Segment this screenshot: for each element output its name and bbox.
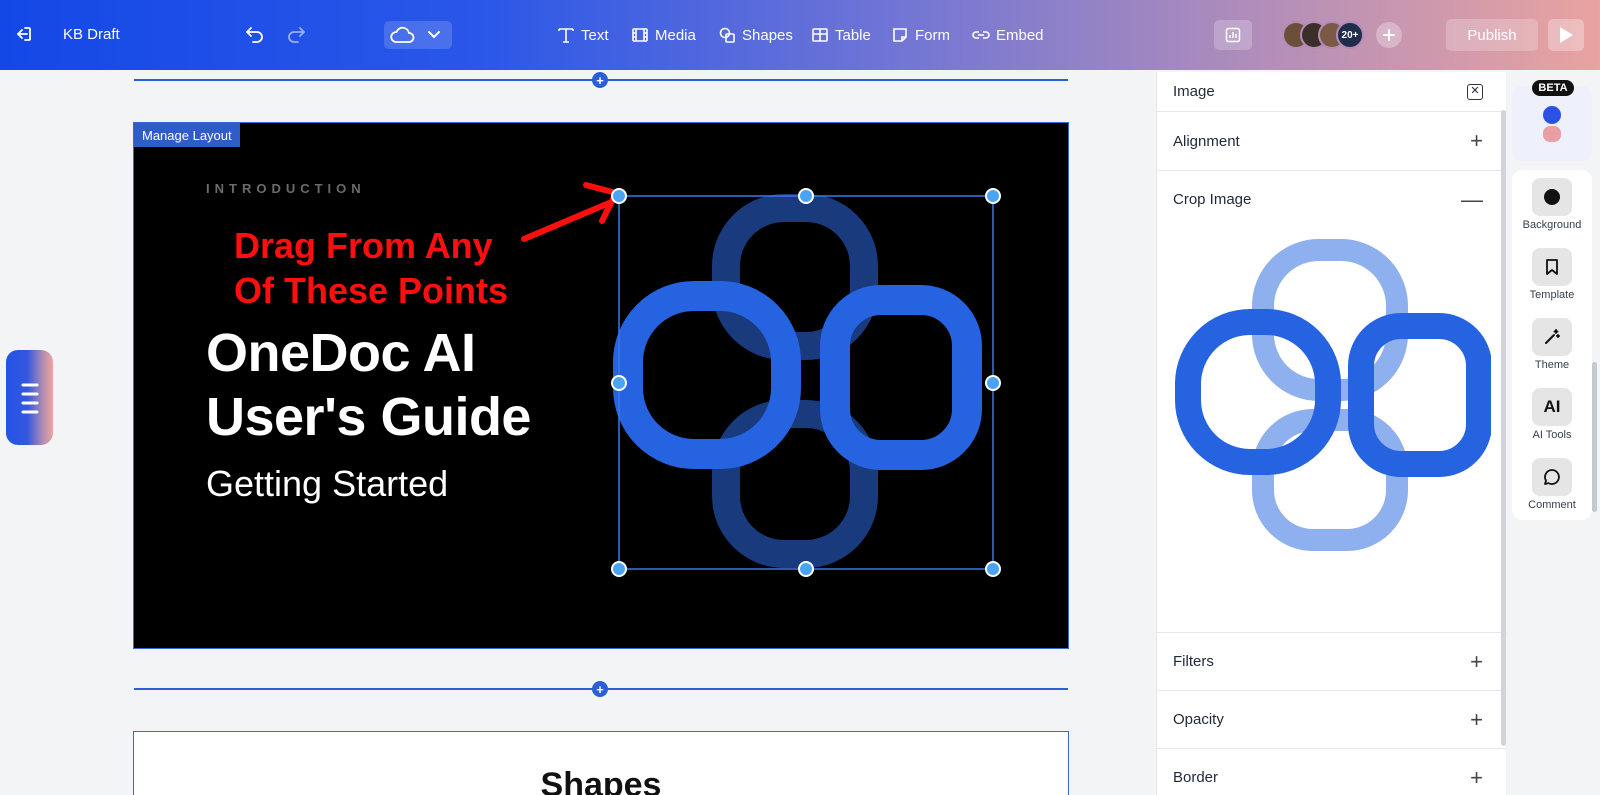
accordion-filters[interactable]: Filters + xyxy=(1157,632,1507,690)
media-tool-label: Media xyxy=(655,26,696,44)
collaborator-count-badge[interactable]: 20+ xyxy=(1336,21,1364,49)
add-section-button[interactable]: + xyxy=(592,681,608,697)
slide-block[interactable]: Manage Layout INTRODUCTION Drag From Any… xyxy=(133,122,1069,649)
text-tool-label: Text xyxy=(581,26,609,44)
theme-tool[interactable]: Theme xyxy=(1512,318,1592,371)
beta-badge: BETA xyxy=(1532,80,1574,96)
table-tool-label: Table xyxy=(835,26,871,44)
shapes-icon xyxy=(719,27,735,43)
add-section-button[interactable]: + xyxy=(592,72,608,88)
table-icon xyxy=(812,28,828,42)
template-tool[interactable]: Template xyxy=(1512,248,1592,301)
ai-tools-tool[interactable]: AI AI Tools xyxy=(1512,388,1592,441)
text-tool-button[interactable]: Text xyxy=(557,24,609,46)
publish-button[interactable]: Publish xyxy=(1446,19,1538,51)
embed-tool-button[interactable]: Embed xyxy=(972,24,1044,46)
selection-frame xyxy=(618,195,994,570)
comment-tool[interactable]: Comment xyxy=(1512,458,1592,511)
cloud-save-icon[interactable] xyxy=(384,26,420,44)
chevron-down-icon[interactable] xyxy=(420,31,448,39)
table-tool-button[interactable]: Table xyxy=(811,24,871,46)
accordion-border[interactable]: Border + xyxy=(1157,748,1507,795)
ai-glyph: AI xyxy=(1543,397,1561,416)
panel-scrollbar[interactable] xyxy=(1501,110,1506,746)
undo-icon[interactable] xyxy=(245,25,265,43)
annotation-arrow xyxy=(521,182,619,242)
crop-preview-image[interactable] xyxy=(1173,236,1491,554)
analytics-icon xyxy=(1225,27,1241,43)
slide-graphics xyxy=(521,182,1001,577)
section-heading[interactable]: Shapes xyxy=(134,766,1068,795)
accordion-alignment[interactable]: Alignment + xyxy=(1157,112,1507,170)
plus-icon[interactable]: + xyxy=(1470,708,1483,731)
form-icon xyxy=(893,28,907,42)
panel-title: Image xyxy=(1173,83,1215,100)
embed-icon xyxy=(972,31,990,39)
outline-toggle-button[interactable] xyxy=(6,350,53,445)
form-tool-label: Form xyxy=(915,26,950,44)
magic-wand-icon xyxy=(1532,318,1572,356)
accordion-crop-image[interactable]: Crop Image — xyxy=(1157,170,1507,228)
beta-assistant-button[interactable]: BETA xyxy=(1512,80,1592,161)
plus-icon[interactable]: + xyxy=(1470,650,1483,673)
resize-handle-bottom[interactable] xyxy=(798,561,814,577)
comment-icon xyxy=(1532,458,1572,496)
media-tool-button[interactable]: Media xyxy=(631,24,696,46)
shapes-section-block[interactable]: Shapes xyxy=(133,731,1069,795)
redo-icon[interactable] xyxy=(286,25,306,43)
rail-label: Background xyxy=(1522,219,1582,231)
accordion-label: Crop Image xyxy=(1173,191,1252,208)
accordion-opacity[interactable]: Opacity + xyxy=(1157,690,1507,748)
resize-handle-top-left[interactable] xyxy=(611,188,627,204)
rail-label: AI Tools xyxy=(1532,429,1572,441)
resize-handle-left[interactable] xyxy=(611,375,627,391)
page-scrollbar[interactable] xyxy=(1592,362,1597,512)
exit-icon[interactable] xyxy=(14,24,34,44)
present-button[interactable] xyxy=(1548,19,1584,51)
rail-label: Template xyxy=(1529,289,1575,301)
document-title[interactable]: KB Draft xyxy=(63,26,120,43)
bookmark-icon xyxy=(1532,248,1572,286)
resize-handle-top-right[interactable] xyxy=(985,188,1001,204)
accordion-label: Filters xyxy=(1173,653,1214,670)
image-settings-panel: Image ✕ Alignment + Crop Image — Filters… xyxy=(1156,72,1507,795)
panel-header: Image ✕ xyxy=(1157,72,1507,112)
background-tool[interactable]: Background xyxy=(1512,178,1592,231)
save-status-group[interactable] xyxy=(384,21,452,49)
top-toolbar: KB Draft Text Media Shapes Table Form Em… xyxy=(0,0,1600,70)
rail-tools: Background Template Theme AI AI Tools Co… xyxy=(1512,170,1592,520)
accordion-label: Alignment xyxy=(1173,132,1240,150)
logo-image[interactable] xyxy=(613,194,982,568)
close-icon[interactable]: ✕ xyxy=(1467,83,1483,100)
rail-label: Comment xyxy=(1528,499,1576,511)
analytics-button[interactable] xyxy=(1214,20,1252,50)
resize-handle-bottom-right[interactable] xyxy=(985,561,1001,577)
resize-handle-top[interactable] xyxy=(798,188,814,204)
plus-icon[interactable]: + xyxy=(1470,130,1483,152)
minus-icon[interactable]: — xyxy=(1461,188,1483,211)
play-icon xyxy=(1560,27,1573,43)
resize-handle-bottom-left[interactable] xyxy=(611,561,627,577)
shapes-tool-button[interactable]: Shapes xyxy=(718,24,793,46)
plus-icon xyxy=(1383,29,1395,41)
embed-tool-label: Embed xyxy=(996,26,1044,44)
assistant-icon xyxy=(1543,106,1561,142)
add-collaborator-button[interactable] xyxy=(1376,22,1402,48)
plus-icon[interactable]: + xyxy=(1470,766,1483,789)
shapes-tool-label: Shapes xyxy=(742,26,793,44)
accordion-label: Border xyxy=(1173,769,1219,786)
form-tool-button[interactable]: Form xyxy=(891,24,950,46)
ai-icon: AI xyxy=(1532,388,1572,426)
text-icon xyxy=(558,28,574,43)
menu-icon xyxy=(21,383,38,413)
resize-handle-right[interactable] xyxy=(985,375,1001,391)
media-icon xyxy=(632,28,648,42)
background-icon xyxy=(1532,178,1572,216)
accordion-label: Opacity xyxy=(1173,711,1224,728)
rail-label: Theme xyxy=(1534,359,1570,371)
